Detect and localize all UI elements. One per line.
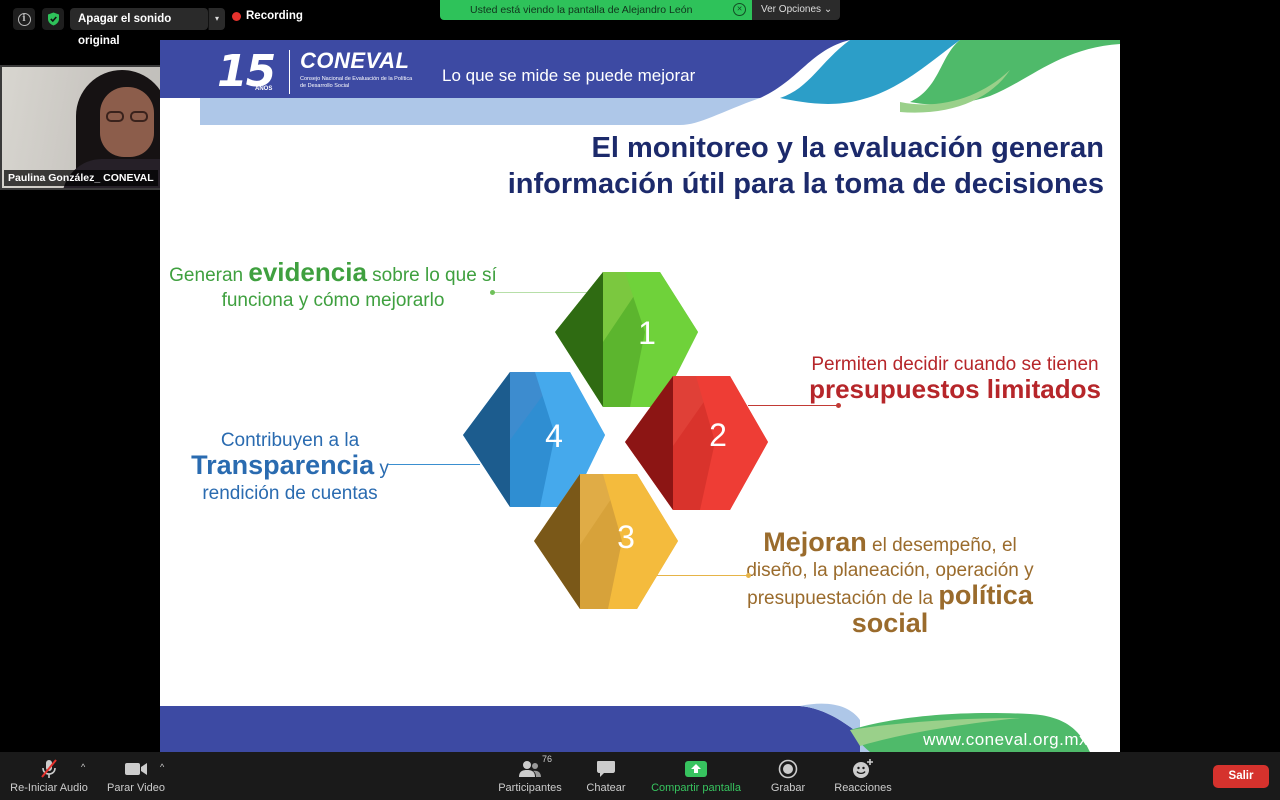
record-button[interactable]: Grabar <box>766 758 810 794</box>
shield-check-icon <box>47 12 59 26</box>
numbered-cubes-diagram: 1 4 2 3 <box>463 272 768 609</box>
shared-screen-slide: 15 AÑOS CONEVAL Consejo Nacional de Eval… <box>160 40 1120 752</box>
chat-bubble-icon <box>584 758 628 780</box>
info-icon: i <box>17 12 31 26</box>
meeting-toolbar: Re-Iniciar Audio ^ Parar Video ^ Partici… <box>0 752 1280 800</box>
glasses-icon <box>104 111 152 123</box>
reactions-button[interactable]: Reacciones <box>830 758 896 794</box>
view-options-button[interactable]: Ver Opciones ⌄ <box>752 0 840 20</box>
leave-meeting-button[interactable]: Salir <box>1213 765 1269 788</box>
viewing-screen-text: Usted está viendo la pantalla de Alejand… <box>470 4 693 16</box>
muted-microphone-icon <box>8 758 90 780</box>
video-camera-icon <box>104 758 168 780</box>
recording-dot-icon <box>232 11 241 21</box>
security-shield-button[interactable] <box>42 8 64 30</box>
cube-3-number: 3 <box>617 519 635 555</box>
cube-2-number: 2 <box>709 417 727 453</box>
cube-1-number: 1 <box>638 315 656 351</box>
slide-footer-url: www.coneval.org.mx <box>923 730 1088 749</box>
video-settings-caret[interactable]: ^ <box>160 762 164 772</box>
recording-indicator: Recording <box>232 10 303 22</box>
participant-name: Paulina González_ CONEVAL <box>4 170 158 186</box>
chat-button[interactable]: Chatear <box>584 758 628 794</box>
mute-original-audio-button[interactable]: Apagar el sonido original <box>70 8 208 47</box>
smiley-plus-icon <box>830 758 896 780</box>
participants-button[interactable]: Participantes <box>495 758 565 794</box>
meeting-top-bar: i Apagar el sonido original ▾ Recording … <box>0 0 1280 47</box>
record-icon <box>766 758 810 780</box>
cube-4-number: 4 <box>545 418 563 454</box>
recording-label: Recording <box>246 10 303 22</box>
participants-icon <box>495 758 565 780</box>
viewing-screen-banner: Usted está viendo la pantalla de Alejand… <box>440 0 752 20</box>
item-presupuestos-text: Permiten decidir cuando se tienen presup… <box>809 354 1101 404</box>
item-transparencia-text: Contribuyen a la Transparencia y rendici… <box>191 430 389 504</box>
coneval-logo: CONEVAL <box>300 48 410 73</box>
participants-count: 76 <box>542 754 553 764</box>
slide-title: El monitoreo y la evaluación generan inf… <box>507 132 1104 200</box>
audio-options-caret[interactable]: ▾ <box>208 8 225 30</box>
anniversary-logo-anios: AÑOS <box>255 86 273 92</box>
coneval-logo-subtitle: Consejo Nacional de Evaluación de la Pol… <box>300 76 413 89</box>
meeting-info-button[interactable]: i <box>13 8 35 30</box>
share-screen-icon <box>646 758 746 780</box>
audio-settings-caret[interactable]: ^ <box>81 762 85 772</box>
slide-slogan: Lo que se mide se puede mejorar <box>442 66 696 85</box>
item-evidencia-text: Generan evidencia sobre lo que sí funcio… <box>169 257 497 311</box>
stop-video-button[interactable]: Parar Video <box>104 758 168 794</box>
share-screen-button[interactable]: Compartir pantalla <box>646 758 746 794</box>
close-icon[interactable]: ✕ <box>733 3 746 16</box>
restart-audio-button[interactable]: Re-Iniciar Audio <box>8 758 90 794</box>
